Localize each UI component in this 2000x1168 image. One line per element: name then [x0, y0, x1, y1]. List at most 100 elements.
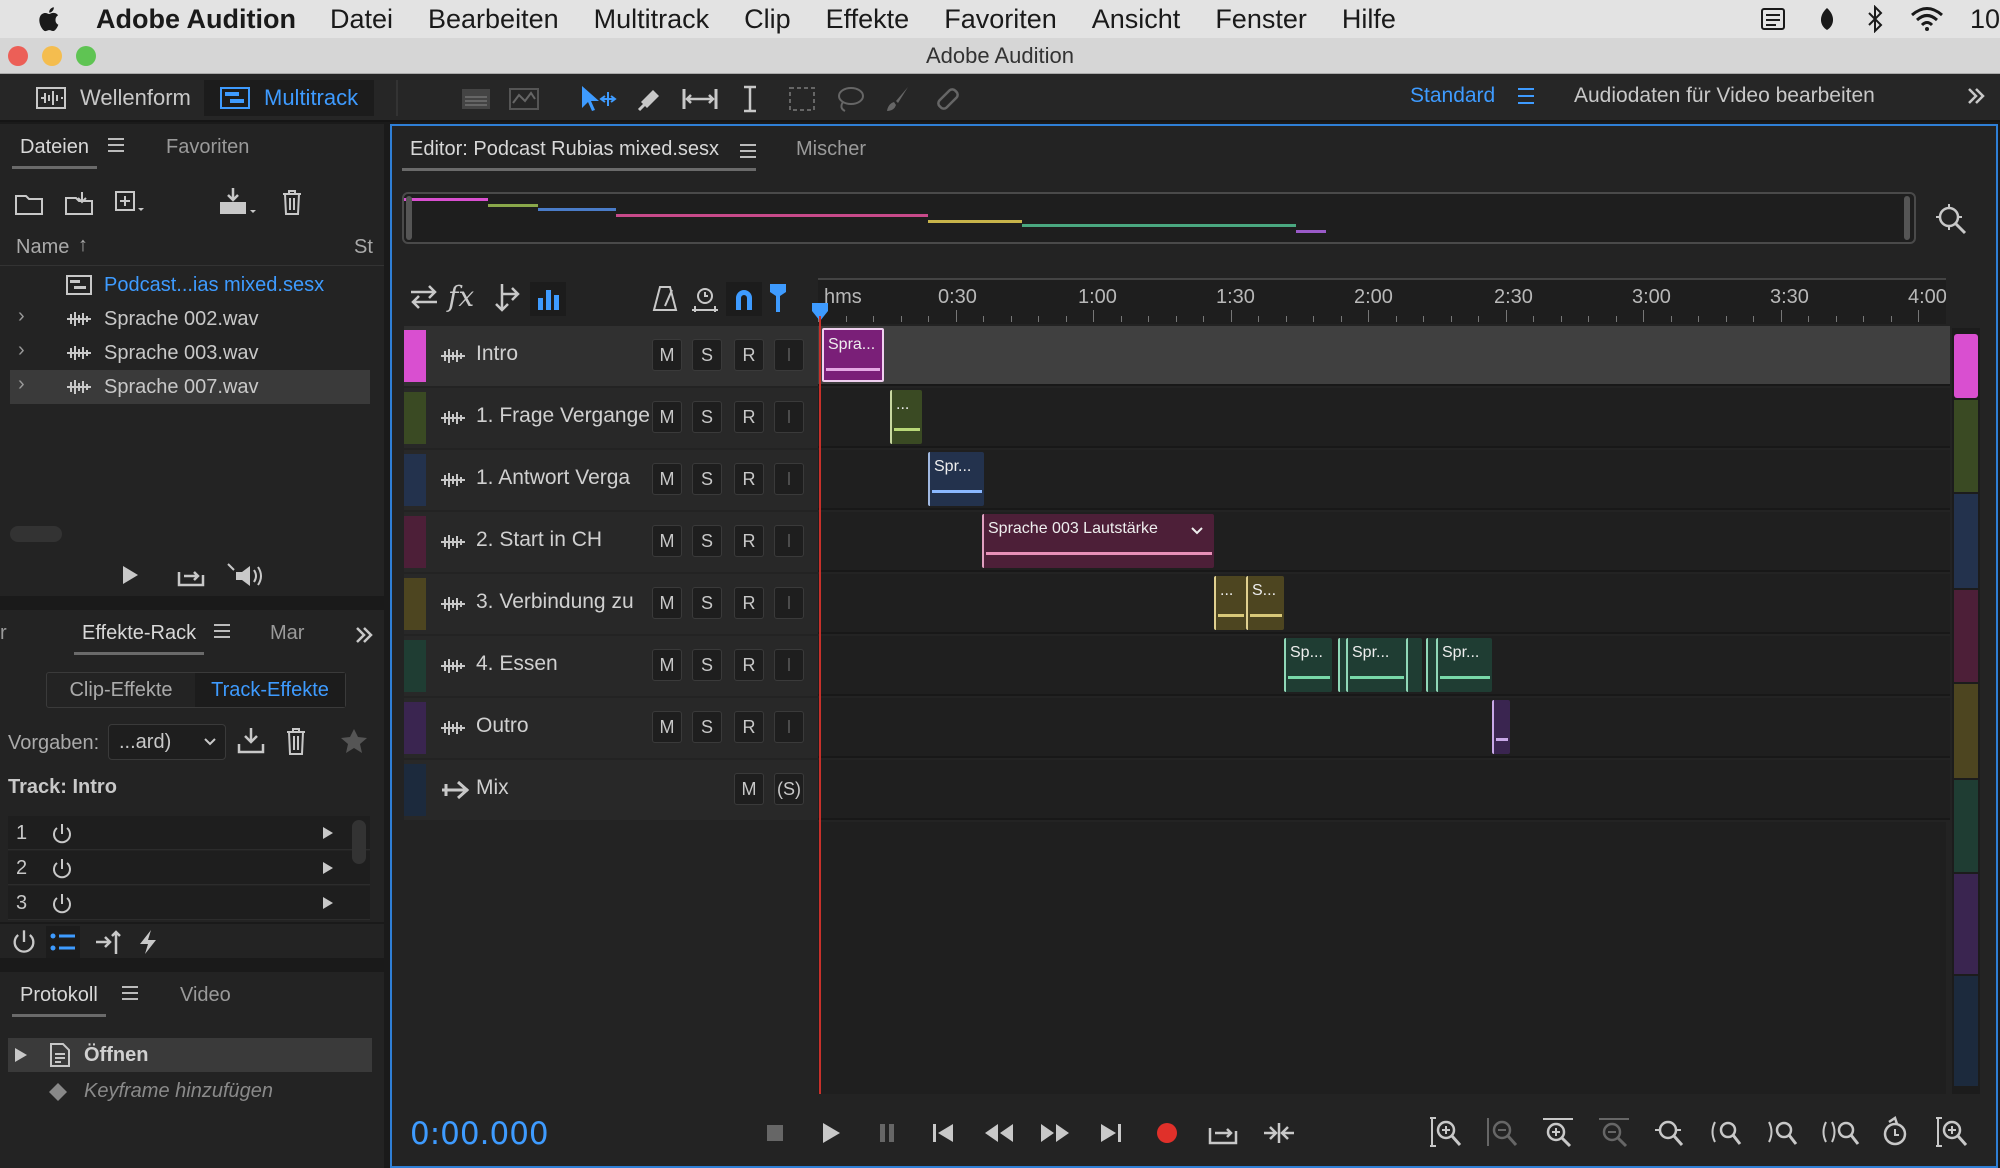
- playhead-line[interactable]: [819, 316, 821, 1094]
- track-header[interactable]: 3. Verbindung zu M S R I: [404, 574, 818, 634]
- solo-safe-button[interactable]: (S): [774, 773, 804, 805]
- tab-partial-left[interactable]: r: [0, 622, 7, 645]
- menu-favoriten[interactable]: Favoriten: [944, 4, 1057, 35]
- solo-button[interactable]: S: [692, 339, 722, 371]
- track-header[interactable]: 1. Frage Vergange M S R I: [404, 388, 818, 448]
- solo-button[interactable]: S: [692, 711, 722, 743]
- apple-menu-icon[interactable]: [0, 5, 96, 33]
- multitrack-view-button[interactable]: Multitrack: [204, 80, 375, 116]
- mute-button[interactable]: M: [652, 401, 682, 433]
- input-monitor-button[interactable]: I: [774, 339, 804, 371]
- minimize-window-button[interactable]: [42, 46, 62, 66]
- track-name[interactable]: 3. Verbindung zu: [476, 590, 634, 614]
- lasso-selection-icon[interactable]: [834, 83, 866, 115]
- zoom-in-time-icon[interactable]: [1540, 1114, 1576, 1150]
- io-toggle-icon[interactable]: [408, 282, 440, 312]
- close-window-button[interactable]: [8, 46, 28, 66]
- input-monitor-button[interactable]: I: [774, 525, 804, 557]
- triangle-right-icon[interactable]: [322, 861, 334, 875]
- editor-panel-menu-icon[interactable]: [740, 144, 756, 158]
- delete-file-icon[interactable]: [280, 188, 304, 216]
- record-icon[interactable]: [1150, 1116, 1184, 1150]
- mute-button[interactable]: M: [734, 773, 764, 805]
- razor-tool-icon[interactable]: [634, 83, 666, 115]
- import-file-icon[interactable]: [64, 190, 96, 216]
- audio-clip[interactable]: Spra...: [822, 328, 884, 382]
- record-arm-button[interactable]: R: [734, 401, 764, 433]
- audio-clip[interactable]: [1426, 638, 1436, 692]
- solo-button[interactable]: S: [692, 463, 722, 495]
- delete-preset-icon[interactable]: [284, 726, 308, 756]
- leaf-icon[interactable]: [1814, 6, 1840, 32]
- audio-clip[interactable]: [1492, 700, 1510, 754]
- track-effects-tab[interactable]: Track-Effekte: [195, 673, 345, 707]
- skip-to-start-icon[interactable]: [926, 1116, 960, 1150]
- audio-clip[interactable]: ...: [890, 390, 922, 444]
- mute-button[interactable]: M: [652, 587, 682, 619]
- track-name[interactable]: 1. Frage Vergange: [476, 404, 650, 428]
- audio-clip[interactable]: Sprache 003 Lautstärke: [982, 514, 1214, 568]
- audio-clip[interactable]: [1406, 638, 1422, 692]
- auto-play-speaker-icon[interactable]: [226, 562, 266, 590]
- record-arm-button[interactable]: R: [734, 587, 764, 619]
- spectral-pitch-icon[interactable]: [508, 83, 540, 115]
- slip-tool-icon[interactable]: [680, 83, 720, 115]
- history-panel-menu-icon[interactable]: [122, 986, 138, 1000]
- track-lane[interactable]: [818, 698, 1950, 758]
- track-lane[interactable]: Sp... Spr... Spr...: [818, 636, 1950, 696]
- overview-left-handle[interactable]: [406, 196, 412, 240]
- audio-clip[interactable]: Spr...: [928, 452, 984, 506]
- files-panel-menu-icon[interactable]: [108, 138, 124, 152]
- rewind-icon[interactable]: [982, 1116, 1016, 1150]
- menu-ansicht[interactable]: Ansicht: [1092, 4, 1181, 35]
- more-workspaces-icon[interactable]: [1966, 86, 1986, 106]
- punch-in-icon[interactable]: [690, 284, 720, 314]
- bluetooth-icon[interactable]: [1866, 5, 1884, 33]
- track-name[interactable]: 2. Start in CH: [476, 528, 602, 552]
- power-icon[interactable]: [50, 857, 74, 881]
- zoom-out-time-icon[interactable]: [1596, 1114, 1632, 1150]
- fast-forward-icon[interactable]: [1038, 1116, 1072, 1150]
- move-tool-icon[interactable]: [578, 83, 618, 115]
- menu-datei[interactable]: Datei: [330, 4, 393, 35]
- zoom-reset-icon[interactable]: [1878, 1114, 1914, 1150]
- solo-button[interactable]: S: [692, 525, 722, 557]
- mute-button[interactable]: M: [652, 649, 682, 681]
- tab-video[interactable]: Video: [180, 984, 231, 1007]
- file-item-sprache-002[interactable]: › Sprache 002.wav: [10, 302, 370, 336]
- zoom-in-point-icon[interactable]: [1708, 1114, 1744, 1150]
- tab-history[interactable]: Protokoll: [12, 984, 106, 1017]
- track-header[interactable]: Outro M S R I: [404, 698, 818, 758]
- power-icon[interactable]: [50, 822, 74, 846]
- mute-button[interactable]: M: [652, 711, 682, 743]
- scrollbar-thumb[interactable]: [1954, 334, 1978, 398]
- effect-slot-3[interactable]: 3: [8, 886, 370, 920]
- notes-icon[interactable]: [1758, 6, 1788, 32]
- tab-mixer[interactable]: Mischer: [796, 138, 866, 161]
- zoom-in-amplitude-icon[interactable]: [1428, 1114, 1464, 1150]
- open-file-icon[interactable]: [14, 190, 46, 216]
- marquee-selection-icon[interactable]: [786, 83, 818, 115]
- zoom-full-icon[interactable]: [1652, 1114, 1688, 1150]
- workspace-menu-icon[interactable]: [1518, 88, 1534, 104]
- track-name[interactable]: 1. Antwort Verga: [476, 466, 630, 490]
- record-arm-button[interactable]: R: [734, 463, 764, 495]
- insert-effect-icon[interactable]: [94, 928, 124, 956]
- column-status[interactable]: St: [354, 236, 373, 259]
- preview-play-icon[interactable]: [120, 564, 140, 586]
- input-monitor-button[interactable]: I: [774, 711, 804, 743]
- mute-button[interactable]: M: [652, 463, 682, 495]
- power-icon[interactable]: [50, 892, 74, 916]
- zoom-out-point-icon[interactable]: [1764, 1114, 1800, 1150]
- mute-button[interactable]: M: [652, 525, 682, 557]
- files-horizontal-scrollbar[interactable]: [10, 526, 62, 542]
- track-name[interactable]: Mix: [476, 776, 509, 800]
- expand-chevron-icon[interactable]: ›: [18, 305, 25, 328]
- presets-dropdown[interactable]: ...ard): [108, 724, 226, 760]
- effect-slot-1[interactable]: 1: [8, 816, 370, 850]
- sends-toggle-icon[interactable]: [492, 282, 522, 312]
- track-header[interactable]: Intro M S R I: [404, 326, 818, 386]
- track-lane[interactable]: Sprache 003 Lautstärke: [818, 512, 1950, 572]
- audio-clip[interactable]: S...: [1246, 576, 1284, 630]
- tab-files[interactable]: Dateien: [12, 136, 97, 169]
